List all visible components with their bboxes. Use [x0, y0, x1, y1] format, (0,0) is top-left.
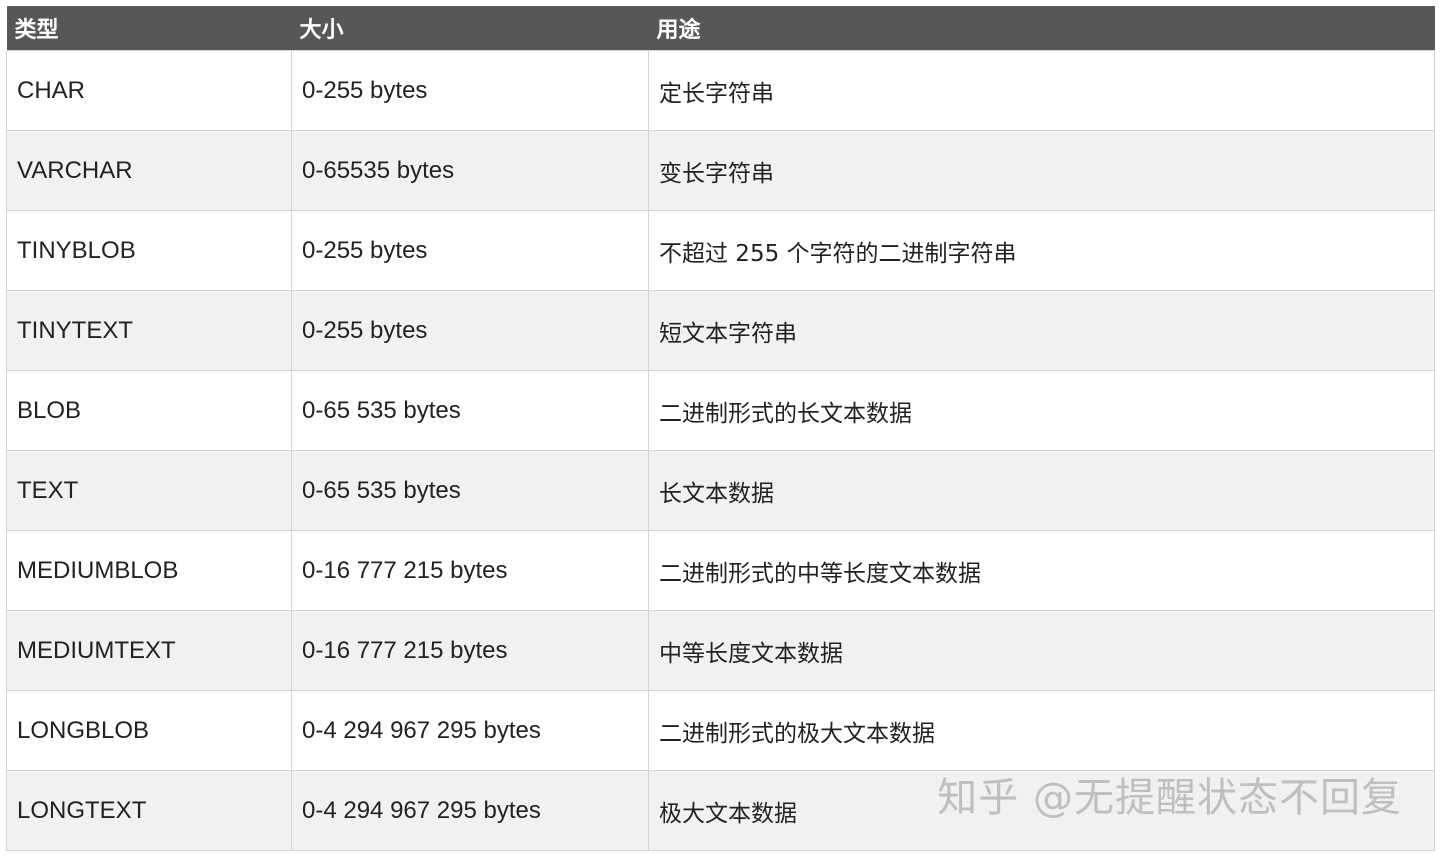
table-body: CHAR 0-255 bytes 定长字符串 VARCHAR 0-65535 b… [6, 50, 1435, 851]
cell-size: 0-4 294 967 295 bytes [291, 690, 649, 771]
cell-usage: 变长字符串 [648, 130, 1435, 211]
cell-usage: 二进制形式的中等长度文本数据 [648, 530, 1435, 611]
cell-type: MEDIUMTEXT [6, 610, 292, 691]
cell-size: 0-65535 bytes [291, 130, 649, 211]
cell-usage: 二进制形式的极大文本数据 [648, 690, 1435, 771]
cell-type: TEXT [6, 450, 292, 531]
cell-size: 0-65 535 bytes [291, 370, 649, 451]
cell-size: 0-16 777 215 bytes [291, 610, 649, 691]
table-header: 类型 大小 用途 [6, 6, 1435, 51]
cell-size: 0-255 bytes [291, 50, 649, 131]
cell-type: TINYTEXT [6, 290, 292, 371]
cell-type: CHAR [6, 50, 292, 131]
cell-size: 0-255 bytes [291, 290, 649, 371]
table-row: LONGBLOB 0-4 294 967 295 bytes 二进制形式的极大文… [6, 690, 1435, 771]
cell-usage: 极大文本数据 [648, 770, 1435, 851]
cell-size: 0-4 294 967 295 bytes [291, 770, 649, 851]
cell-size: 0-16 777 215 bytes [291, 530, 649, 611]
table-row: VARCHAR 0-65535 bytes 变长字符串 [6, 130, 1435, 211]
cell-usage: 不超过 255 个字符的二进制字符串 [648, 210, 1435, 291]
cell-size: 0-65 535 bytes [291, 450, 649, 531]
cell-usage: 长文本数据 [648, 450, 1435, 531]
header-type: 类型 [6, 6, 292, 51]
cell-size: 0-255 bytes [291, 210, 649, 291]
table-row: TINYTEXT 0-255 bytes 短文本字符串 [6, 290, 1435, 371]
cell-usage: 二进制形式的长文本数据 [648, 370, 1435, 451]
cell-type: LONGBLOB [6, 690, 292, 771]
table-row: MEDIUMTEXT 0-16 777 215 bytes 中等长度文本数据 [6, 610, 1435, 691]
table-row: BLOB 0-65 535 bytes 二进制形式的长文本数据 [6, 370, 1435, 451]
cell-type: LONGTEXT [6, 770, 292, 851]
cell-usage: 中等长度文本数据 [648, 610, 1435, 691]
table-row: TINYBLOB 0-255 bytes 不超过 255 个字符的二进制字符串 [6, 210, 1435, 291]
table-row: CHAR 0-255 bytes 定长字符串 [6, 50, 1435, 131]
table-row: LONGTEXT 0-4 294 967 295 bytes 极大文本数据 [6, 770, 1435, 851]
data-type-table: 类型 大小 用途 CHAR 0-255 bytes 定长字符串 VARCHAR … [6, 6, 1435, 851]
page: 类型 大小 用途 CHAR 0-255 bytes 定长字符串 VARCHAR … [0, 0, 1440, 859]
table-row: TEXT 0-65 535 bytes 长文本数据 [6, 450, 1435, 531]
cell-type: VARCHAR [6, 130, 292, 211]
header-usage: 用途 [648, 6, 1435, 51]
cell-usage: 定长字符串 [648, 50, 1435, 131]
cell-type: TINYBLOB [6, 210, 292, 291]
cell-usage: 短文本字符串 [648, 290, 1435, 371]
header-size: 大小 [291, 6, 649, 51]
cell-type: MEDIUMBLOB [6, 530, 292, 611]
cell-type: BLOB [6, 370, 292, 451]
header-row: 类型 大小 用途 [6, 6, 1435, 51]
table-row: MEDIUMBLOB 0-16 777 215 bytes 二进制形式的中等长度… [6, 530, 1435, 611]
